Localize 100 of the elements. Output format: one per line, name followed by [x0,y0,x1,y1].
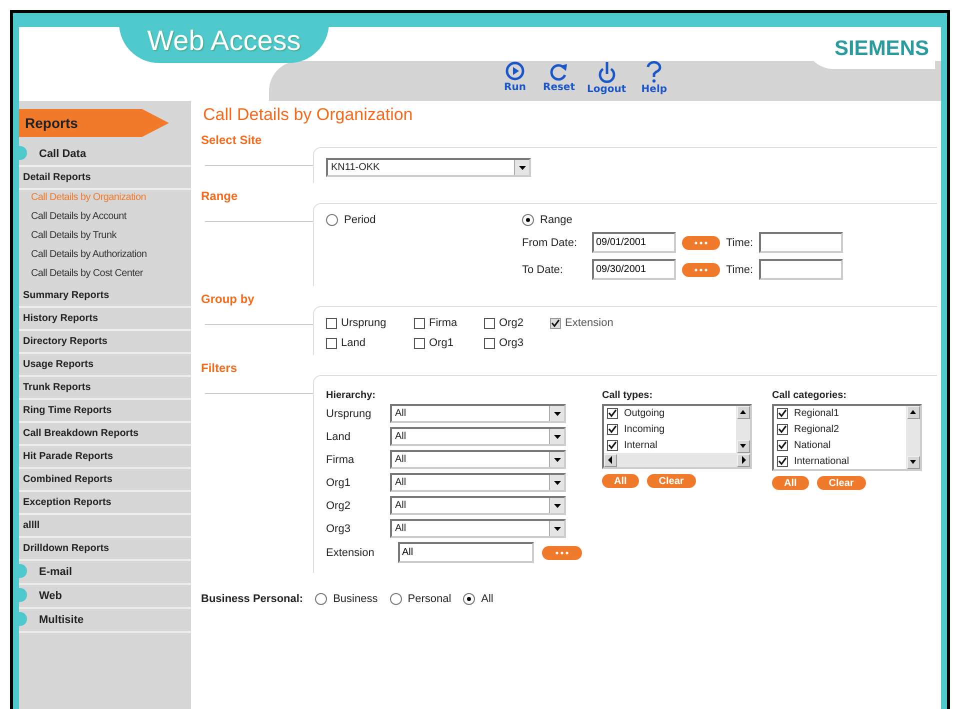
field-label: Business Personal: [201,593,304,605]
list-item[interactable]: National [794,440,831,451]
time-field[interactable] [759,259,844,280]
sidebar-item[interactable]: Combined Reports [19,469,191,492]
checkbox[interactable]: Org3 [484,337,550,349]
section-heading: Filters [201,361,238,375]
checkbox[interactable] [777,440,788,451]
arrow-icon [606,456,614,464]
field-label: Extension [326,546,376,558]
list-item[interactable]: Internal [624,440,658,451]
toolbar-button[interactable]: Help [638,60,670,95]
sidebar-section[interactable]: Multisite [19,609,191,633]
sidebar-tab[interactable]: Reports [19,109,169,137]
help-icon [645,60,664,84]
browse-button[interactable] [542,546,582,560]
list-item[interactable]: Incoming [624,424,665,435]
section-heading: Group by [201,292,256,306]
caret-icon [554,504,560,508]
text-field[interactable]: All [398,542,534,563]
report-link[interactable]: Call Details by Trunk [19,228,191,244]
checkbox[interactable] [607,408,618,419]
sidebar-section[interactable]: Web [19,585,191,609]
sidebar-section[interactable]: Call Data [19,143,191,167]
report-link[interactable]: Call Details by Authorization [19,247,191,263]
filter-label: Call categories: [772,390,848,401]
checkbox[interactable] [777,424,788,435]
radio-button[interactable]: Period [326,214,376,226]
dropdown[interactable]: All [390,473,566,492]
caret-icon [554,480,560,484]
checkbox[interactable] [777,408,788,419]
checkbox[interactable]: Org1 [414,337,484,349]
field-label: Ursprung [326,408,372,420]
time-field[interactable] [759,232,844,253]
list-item[interactable]: Regional2 [794,424,840,435]
scrollbar[interactable] [604,453,750,467]
dots-icon [694,268,708,272]
sidebar-item[interactable]: Detail Reports [19,167,191,190]
arrow-icon [739,408,747,416]
app-title: Web Access [147,24,301,57]
site-dropdown[interactable]: KN11-OKK [326,158,531,177]
toolbar-button[interactable]: Run [499,60,531,95]
list-item[interactable]: Regional1 [794,408,840,419]
caret-icon [554,434,560,438]
toolbar-button[interactable]: Reset [543,60,575,95]
dropdown[interactable]: All [390,404,566,423]
checkbox[interactable] [777,456,788,467]
page-title: Call Details by Organization [203,105,414,125]
scrollbar[interactable] [906,406,920,469]
field-label: Org1 [326,476,352,488]
dropdown[interactable]: All [390,496,566,515]
checkbox[interactable]: Ursprung [326,317,414,329]
dropdown[interactable]: All [390,427,566,446]
list-box[interactable]: Outgoing Incoming Internal [602,404,752,469]
checkbox[interactable]: Org2 [484,317,550,329]
dots-icon [694,240,708,244]
checkbox[interactable] [607,440,618,451]
field-label: Firma [326,454,356,466]
sidebar-item[interactable]: Usage Reports [19,354,191,377]
report-link[interactable]: Call Details by Cost Center [19,266,191,282]
radio-button[interactable]: All [463,593,494,605]
sidebar-item[interactable]: Drilldown Reports [19,538,191,561]
dots-icon [555,550,569,554]
list-item[interactable]: Outgoing [624,408,665,419]
date-field[interactable]: 09/01/2001 [592,232,676,253]
date-field[interactable]: 09/30/2001 [592,259,676,280]
checkbox[interactable]: Land [326,337,414,349]
sidebar-item[interactable]: Summary Reports [19,285,191,308]
arrow-icon [909,458,917,466]
scrollbar[interactable] [736,406,750,453]
list-box[interactable]: Regional1 Regional2 National International [772,404,922,471]
filter-label: Hierarchy: [326,390,376,401]
sidebar-item[interactable]: Ring Time Reports [19,400,191,423]
filter-label: Call types: [602,390,654,401]
sidebar-item[interactable]: Trunk Reports [19,377,191,400]
field-label: To Date: [522,264,564,276]
calendar-button[interactable] [682,262,720,276]
field-label: Org2 [326,500,352,512]
toolbar-button[interactable]: Logout [587,60,626,95]
report-link[interactable]: Call Details by Account [19,209,191,225]
radio-button[interactable]: Business [315,593,378,605]
checkbox[interactable] [607,424,618,435]
radio-button[interactable]: Personal [390,593,452,605]
sidebar-item[interactable]: Call Breakdown Reports [19,423,191,446]
field-label: Org3 [326,522,352,534]
radio-button[interactable]: Range [522,214,572,226]
list-item[interactable]: International [794,456,850,467]
sidebar-section[interactable]: E-mail [19,561,191,585]
sidebar-item[interactable]: History Reports [19,308,191,331]
caret-icon [554,412,560,416]
section-heading: Range [201,189,239,203]
field-label: From Date: [522,236,578,248]
checkbox[interactable]: Firma [414,317,484,329]
calendar-button[interactable] [682,236,720,250]
field-label: Time: [726,236,754,248]
dropdown[interactable]: All [390,519,566,538]
sidebar-item[interactable]: Exception Reports [19,492,191,515]
sidebar-item[interactable]: Hit Parade Reports [19,446,191,469]
sidebar-item[interactable]: allll [19,515,191,538]
dropdown[interactable]: All [390,450,566,469]
sidebar-item[interactable]: Directory Reports [19,331,191,354]
